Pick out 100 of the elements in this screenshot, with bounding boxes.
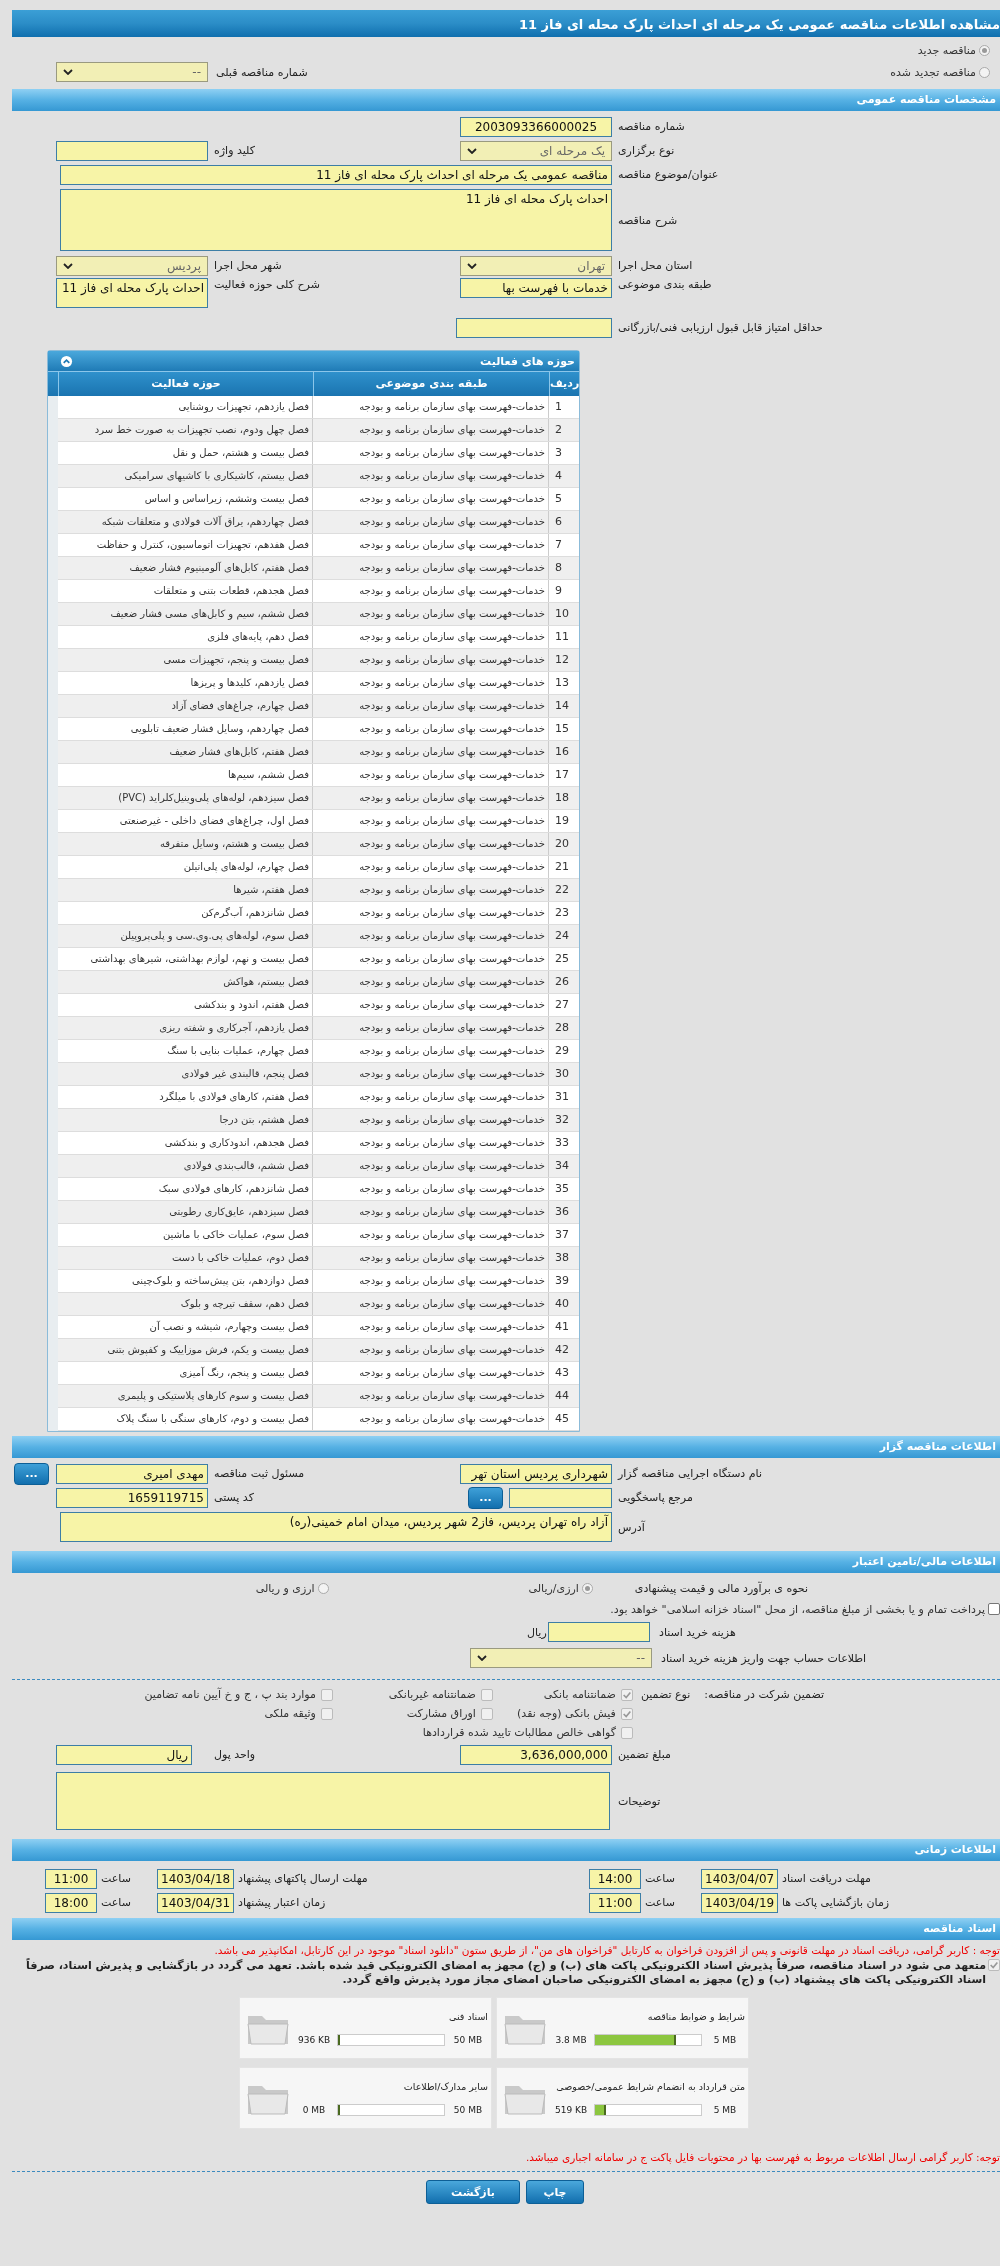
radio-option[interactable]: ارزی و ریالی [255, 1581, 329, 1595]
category-field[interactable]: خدمات با فهرست بها [460, 278, 612, 298]
table-cell: فصل بیست و پنجم، تجهیزات مسی [58, 649, 313, 671]
row-number: 37 [554, 1227, 570, 1243]
checkbox-option[interactable]: موارد بند پ ، ج و خ آیین نامه تضامین [132, 1688, 333, 1701]
document-title: شرایط و ضوابط مناقصه [646, 2010, 745, 2022]
notice-text: توجه : کاربر گرامی، دریافت اسناد در مهلت قانونی و پس از افزودن فراخوان به کارتابل "فراخوان های من"، از طریق ستون "دانلود اسناد" موجود در این کارتابل، امکانپذیر می باشد. [213, 1944, 1000, 1956]
checkbox-option[interactable]: وثیقه ملکی [132, 1707, 333, 1720]
document-title: اسناد فنی [448, 2010, 488, 2022]
table-cell: فصل بیست وششم، زیراساس و اساس [58, 488, 313, 510]
row-number: 11 [554, 629, 570, 645]
row-number: 7 [554, 537, 563, 553]
min-score-field[interactable] [456, 317, 612, 338]
time-field[interactable]: 18:00 [45, 1892, 97, 1913]
radio-option[interactable]: ارزی/ریالی [528, 1581, 593, 1595]
checkbox[interactable] [988, 1959, 1000, 1971]
holding-type-select[interactable]: یک مرحله ای [460, 140, 612, 161]
file-size: 3.8 MB [554, 2034, 588, 2045]
checkbox-option[interactable]: فیش بانکی (وجه نقد) [492, 1707, 633, 1720]
table-cell: فصل سوم، عملیات خاکی با ماشین [58, 1224, 313, 1246]
lookup-button[interactable]: ... [468, 1486, 503, 1509]
row-number: 21 [554, 859, 570, 875]
row-number: 13 [554, 675, 570, 691]
field-label: واحد پول [213, 1748, 257, 1761]
field-label: آدرس [617, 1520, 646, 1534]
document-title: متن قرارداد به انضمام شرایط عمومی/خصوصی [555, 2080, 745, 2092]
field-label: ساعت [100, 1872, 132, 1885]
collapse-icon[interactable] [60, 354, 73, 368]
max-size: 50 MB [452, 2104, 484, 2115]
field-label: اطلاعات حساب جهت واریز هزینه خرید اسناد [660, 1651, 867, 1665]
table-cell: خدمات-فهرست بهای سازمان برنامه و بودجه [313, 1155, 549, 1177]
section-header: مشخصات مناقصه عمومی [12, 89, 1000, 111]
row-number: 36 [554, 1204, 570, 1220]
action-button[interactable]: بازگشت [426, 2180, 520, 2204]
row-number: 38 [554, 1250, 570, 1266]
field-label: شماره مناقصه قبلی [216, 65, 308, 79]
guarantee-amount-field[interactable]: 3,636,000,000 [460, 1744, 612, 1765]
description-field[interactable]: احداث پارک محله ای فاز 11 [60, 189, 612, 251]
table-cell: خدمات-فهرست بهای سازمان برنامه و بودجه [313, 649, 549, 671]
reference-field[interactable] [509, 1487, 612, 1508]
row-number: 12 [554, 652, 570, 668]
radio-option[interactable]: مناقصه تجدید شده [890, 65, 990, 79]
date-field[interactable]: 1403/04/19 [701, 1892, 778, 1913]
time-field[interactable]: 14:00 [589, 1868, 641, 1889]
document-cost-field[interactable] [548, 1622, 650, 1642]
row-number: 2 [554, 422, 563, 438]
address-field[interactable]: آزاد راه تهران پردیس، فاز2 شهر پردیس، میدان امام خمینی(ره) [60, 1512, 612, 1542]
currency-field[interactable]: ریال [56, 1744, 192, 1765]
field-label: حداقل امتیاز قابل قبول ارزیابی فنی/بازرگانی [617, 321, 824, 334]
registrar-field[interactable]: مهدی امیری [56, 1463, 208, 1484]
table-cell: فصل چهاردهم، یراق آلات فولادی و متعلقات شبکه [58, 511, 313, 533]
previous-tender-select[interactable]: -- [56, 62, 208, 82]
table-cell: خدمات-فهرست بهای سازمان برنامه و بودجه [313, 672, 549, 694]
table-cell: فصل بیست و پنجم، رنگ آمیزی [58, 1362, 313, 1384]
account-select[interactable]: -- [470, 1648, 652, 1668]
postal-code-field[interactable]: 1659119715 [56, 1487, 208, 1508]
checkbox-option[interactable]: ضمانتنامه بانکی [492, 1688, 633, 1701]
field-label: مرجع پاسخگویی [617, 1491, 694, 1504]
table-cell: فصل یازدهم، تجهیزات روشنایی [58, 396, 313, 418]
table-cell: فصل هشتم، بتن درجا [58, 1109, 313, 1131]
table-cell: خدمات-فهرست بهای سازمان برنامه و بودجه [313, 718, 549, 740]
notice-text: توجه: کاربر گرامی ارسال اطلاعات مربوط به فهرست بها در محتویات فایل پاکت ج در سامانه اجباری میباشد. [524, 2151, 1000, 2163]
subject-field[interactable]: مناقصه عمومی یک مرحله ای احداث پارک محله ای فاز 11 [60, 164, 612, 185]
field-label: مسئول ثبت مناقصه [213, 1467, 306, 1480]
table-cell: خدمات-فهرست بهای سازمان برنامه و بودجه [313, 902, 549, 924]
checkbox-option[interactable]: ضمانتنامه غیربانکی [332, 1688, 493, 1701]
table-cell: فصل هفتم، کابل‌های آلومینیوم فشار ضعیف [58, 557, 313, 579]
time-field[interactable]: 11:00 [45, 1868, 97, 1889]
date-field[interactable]: 1403/04/18 [157, 1868, 234, 1889]
notes-field[interactable] [56, 1772, 610, 1830]
field-label: کد پستی [213, 1491, 255, 1504]
row-number: 5 [554, 491, 563, 507]
organization-field[interactable]: شهرداری پردیس استان تهر [460, 1463, 612, 1484]
activity-scope-field[interactable]: احداث پارک محله ای فاز 11 [56, 278, 208, 308]
table-cell: خدمات-فهرست بهای سازمان برنامه و بودجه [313, 488, 549, 510]
tender-number-field[interactable]: 2003093366000025 [460, 116, 612, 137]
row-number: 18 [554, 790, 570, 806]
checkbox-option[interactable]: پرداخت تمام و یا بخشی از مبلغ مناقصه، از محل "اسناد خزانه اسلامی" خواهد بود. [610, 1602, 1000, 1616]
table-cell: خدمات-فهرست بهای سازمان برنامه و بودجه [313, 833, 549, 855]
table-cell: فصل پنجم، قالبندی غیر فولادی [58, 1063, 313, 1085]
max-size: 50 MB [452, 2034, 484, 2045]
table-cell: فصل بیست و نهم، لوازم بهداشتی، شیرهای بهداشتی [58, 948, 313, 970]
action-button[interactable]: چاپ [526, 2180, 584, 2204]
date-field[interactable]: 1403/04/31 [157, 1892, 234, 1913]
city-select[interactable]: پردیس [56, 255, 208, 276]
table-cell: خدمات-فهرست بهای سازمان برنامه و بودجه [313, 1362, 549, 1384]
date-field[interactable]: 1403/04/07 [701, 1868, 778, 1889]
file-size: 519 KB [553, 2104, 589, 2115]
province-select[interactable]: تهران [460, 255, 612, 276]
lookup-button[interactable]: ... [14, 1462, 49, 1485]
table-cell: خدمات-فهرست بهای سازمان برنامه و بودجه [313, 994, 549, 1016]
table-cell: خدمات-فهرست بهای سازمان برنامه و بودجه [313, 1339, 549, 1361]
checkbox-option[interactable]: گواهی خالص مطالبات تایید شده قراردادها [132, 1726, 633, 1739]
table-cell: خدمات-فهرست بهای سازمان برنامه و بودجه [313, 442, 549, 464]
checkbox-option[interactable]: اوراق مشارکت [332, 1707, 493, 1720]
table-cell: خدمات-فهرست بهای سازمان برنامه و بودجه [313, 971, 549, 993]
time-field[interactable]: 11:00 [589, 1892, 641, 1913]
keyword-field[interactable] [56, 140, 208, 161]
table-cell: خدمات-فهرست بهای سازمان برنامه و بودجه [313, 879, 549, 901]
radio-option[interactable]: مناقصه جدید [917, 43, 990, 57]
